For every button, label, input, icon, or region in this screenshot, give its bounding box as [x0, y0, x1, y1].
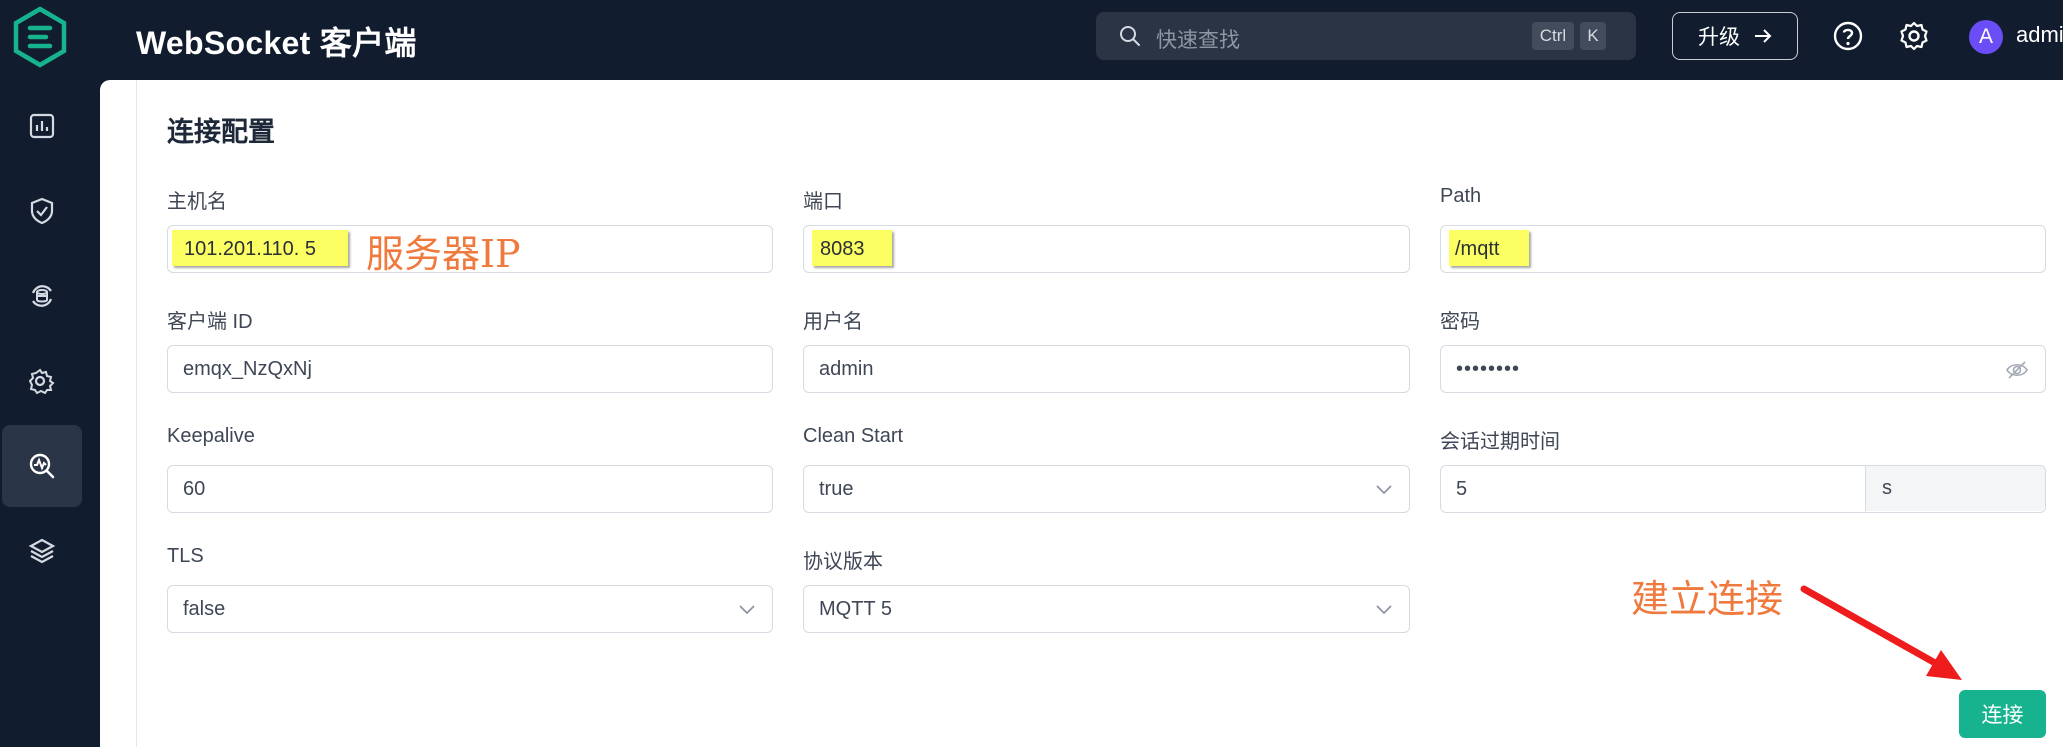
sidebar-item-extensions[interactable] — [2, 510, 82, 592]
help-icon[interactable] — [1832, 20, 1864, 52]
username-label: 用户名 — [803, 311, 863, 333]
session-expiry-value: 5 — [1456, 478, 1468, 500]
password-label: 密码 — [1440, 311, 1480, 333]
sidebar — [0, 0, 100, 747]
username-input[interactable]: admin — [803, 345, 1410, 393]
clean-start-select[interactable]: true — [803, 465, 1410, 513]
main-content: 连接配置 主机名 101.201.110. 5 服务器IP 端口 8083 Pa… — [100, 80, 2063, 747]
password-input[interactable]: •••••••• — [1440, 345, 2046, 393]
tls-value: false — [183, 598, 226, 620]
session-expiry-unit: s — [1865, 466, 2045, 511]
keepalive-value: 60 — [183, 478, 206, 500]
session-expiry-label: 会话过期时间 — [1440, 431, 1560, 453]
kbd-ctrl: Ctrl — [1532, 22, 1574, 50]
chevron-down-icon — [739, 605, 755, 615]
page-title: WebSocket 客户端 — [136, 25, 417, 61]
protocol-label: 协议版本 — [803, 551, 883, 573]
connect-button[interactable]: 连接 — [1959, 690, 2046, 738]
username[interactable]: admi — [2016, 22, 2063, 48]
upgrade-button[interactable]: 升级 — [1672, 12, 1798, 60]
path-value: /mqtt — [1455, 238, 1500, 260]
data-sync-icon — [31, 285, 53, 307]
gear-icon[interactable] — [1898, 20, 1930, 52]
protocol-value: MQTT 5 — [819, 598, 892, 620]
sidebar-item-diagnose[interactable] — [2, 425, 82, 507]
host-value: 101.201.110. 5 — [184, 238, 316, 260]
client-id-label: 客户端 ID — [167, 311, 253, 333]
search-icon — [1120, 26, 1140, 46]
upgrade-label: 升级 — [1698, 26, 1740, 49]
connect-annotation: 建立连接 — [1631, 577, 1784, 621]
path-input[interactable]: /mqtt — [1440, 225, 2046, 273]
clean-start-label: Clean Start — [803, 425, 904, 447]
client-id-value: emqx_NzQxNj — [183, 358, 312, 380]
search-bar[interactable]: 快速查找 Ctrl K — [1096, 12, 1636, 60]
username-value: admin — [819, 358, 874, 380]
dashboard-icon — [29, 113, 55, 139]
sidebar-item-management[interactable] — [2, 340, 82, 422]
tls-select[interactable]: false — [167, 585, 773, 633]
sidebar-item-access-control[interactable] — [2, 170, 82, 252]
session-expiry-unit-label: s — [1882, 477, 1892, 499]
avatar[interactable]: A — [1969, 20, 2003, 54]
sidebar-item-dashboard[interactable] — [2, 85, 82, 167]
protocol-select[interactable]: MQTT 5 — [803, 585, 1410, 633]
chevron-down-icon — [1376, 485, 1392, 495]
host-label: 主机名 — [167, 191, 227, 213]
sidebar-item-data-integration[interactable] — [2, 255, 82, 337]
diagnose-search-icon — [29, 453, 55, 479]
keepalive-input[interactable]: 60 — [167, 465, 773, 513]
chevron-down-icon — [1376, 605, 1392, 615]
port-value: 8083 — [820, 238, 865, 260]
arrow-right-icon — [1755, 29, 1772, 43]
port-input[interactable]: 8083 — [803, 225, 1410, 273]
layers-icon — [28, 538, 56, 564]
session-expiry-input[interactable]: 5 s — [1440, 465, 2046, 513]
password-value: •••••••• — [1456, 358, 1521, 380]
section-title: 连接配置 — [167, 117, 275, 147]
kbd-k: K — [1580, 22, 1606, 50]
server-ip-annotation: 服务器IP — [366, 232, 521, 276]
gear-user-icon — [28, 368, 55, 395]
tls-label: TLS — [167, 545, 204, 567]
emqx-logo-icon[interactable] — [11, 6, 69, 68]
port-label: 端口 — [803, 191, 843, 213]
content-divider — [136, 80, 137, 747]
shield-check-icon — [30, 197, 54, 225]
path-label: Path — [1440, 185, 1482, 207]
top-header: WebSocket 客户端 快速查找 Ctrl K 升级 A admi — [100, 0, 2063, 80]
keepalive-label: Keepalive — [167, 425, 255, 447]
search-placeholder: 快速查找 — [1156, 29, 1240, 52]
client-id-input[interactable]: emqx_NzQxNj — [167, 345, 773, 393]
eye-off-icon[interactable] — [2005, 360, 2029, 380]
clean-start-value: true — [819, 478, 854, 500]
